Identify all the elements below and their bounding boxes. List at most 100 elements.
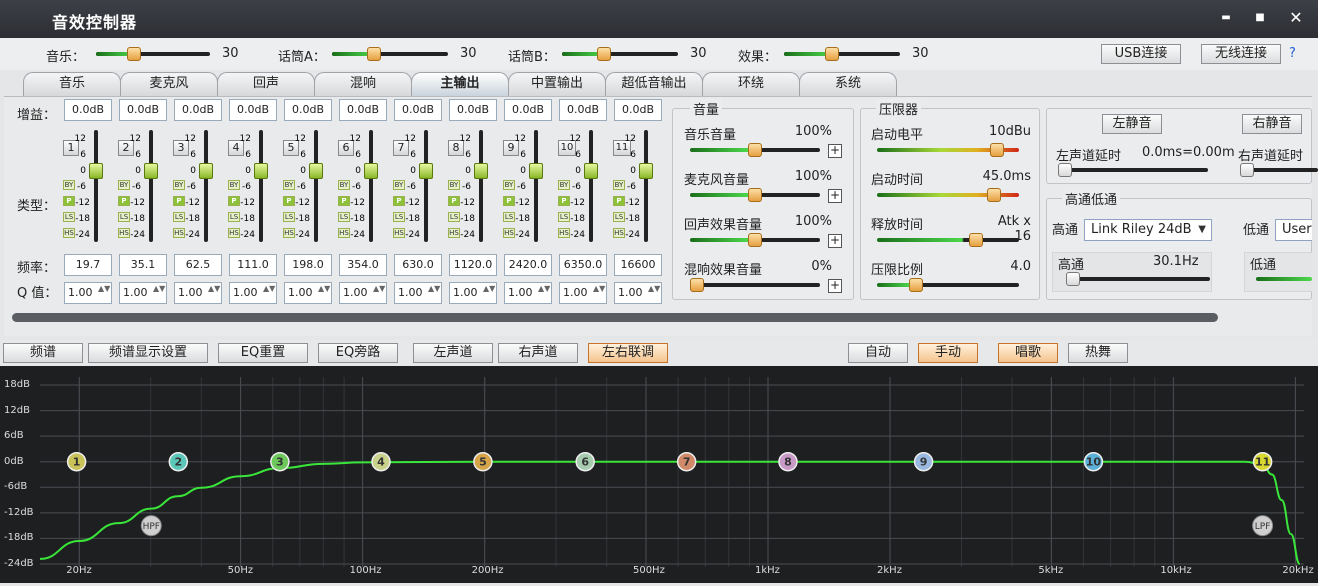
maximize-icon[interactable]: ■: [1248, 8, 1272, 28]
eq-band-marker[interactable]: 3: [270, 451, 290, 472]
close-icon[interactable]: ✕: [1284, 8, 1308, 28]
right-delay-slider[interactable]: [1240, 163, 1318, 177]
release-slider[interactable]: [877, 233, 1019, 247]
usb-connect-button[interactable]: USB连接: [1101, 44, 1181, 64]
spectrum-settings-button[interactable]: 频谱显示设置: [88, 343, 208, 363]
left-channel-button[interactable]: 左声道: [413, 343, 493, 363]
spinner-icon[interactable]: ▲▼: [538, 285, 550, 301]
slider-thumb[interactable]: [1066, 272, 1080, 286]
gain-input[interactable]: 0.0dB: [394, 99, 442, 121]
filter-type-badge[interactable]: P: [228, 196, 240, 206]
gain-fader-track[interactable]: [589, 130, 593, 242]
filter-type-badge[interactable]: BY: [338, 180, 350, 190]
slider-thumb[interactable]: [825, 47, 839, 61]
gain-fader-track[interactable]: [479, 130, 483, 242]
mic-slider[interactable]: [690, 188, 820, 202]
filter-type-badge[interactable]: BY: [558, 180, 570, 190]
filter-type-badge[interactable]: LS: [338, 212, 350, 222]
filter-type-badge[interactable]: BY: [228, 180, 240, 190]
slider-thumb[interactable]: [367, 47, 381, 61]
gain-fader-thumb[interactable]: [89, 163, 103, 179]
mic-b-level-slider[interactable]: [562, 47, 678, 61]
right-channel-button[interactable]: 右声道: [498, 343, 578, 363]
gain-fader-thumb[interactable]: [474, 163, 488, 179]
gain-fader-track[interactable]: [314, 130, 318, 242]
tab-4[interactable]: 主输出: [411, 72, 509, 96]
gain-fader-track[interactable]: [534, 130, 538, 242]
eq-band-marker[interactable]: 11: [1252, 451, 1273, 472]
filter-type-badge[interactable]: HS: [118, 228, 130, 238]
spinner-icon[interactable]: ▲▼: [373, 285, 385, 301]
lowpass-freq-slider[interactable]: [1256, 273, 1312, 285]
filter-type-badge[interactable]: HS: [283, 228, 295, 238]
filter-type-badge[interactable]: P: [393, 196, 405, 206]
spinner-icon[interactable]: ▲▼: [648, 285, 660, 301]
eq-band-marker[interactable]: 4: [371, 451, 391, 472]
filter-type-badge[interactable]: BY: [173, 180, 185, 190]
tab-3[interactable]: 混响: [314, 72, 412, 96]
wireless-connect-button[interactable]: 无线连接: [1201, 44, 1281, 64]
gain-input[interactable]: 0.0dB: [284, 99, 332, 121]
gain-fader-thumb[interactable]: [309, 163, 323, 179]
help-icon[interactable]: ?: [1289, 46, 1296, 61]
eq-band-marker[interactable]: 10: [1083, 451, 1104, 472]
mic-a-level-slider[interactable]: [332, 47, 448, 61]
spinner-icon[interactable]: ▲▼: [428, 285, 440, 301]
gain-fader-track[interactable]: [204, 130, 208, 242]
frequency-input[interactable]: 111.0: [229, 254, 277, 276]
q-input[interactable]: 1.00 ▲▼: [119, 282, 167, 304]
plus-icon[interactable]: +: [828, 144, 842, 158]
filter-type-badge[interactable]: LS: [118, 212, 130, 222]
tab-2[interactable]: 回声: [217, 72, 315, 96]
filter-type-badge[interactable]: LS: [173, 212, 185, 222]
slider-thumb[interactable]: [748, 143, 762, 157]
spinner-icon[interactable]: ▲▼: [153, 285, 165, 301]
music-level-slider[interactable]: [96, 47, 210, 61]
filter-type-badge[interactable]: P: [448, 196, 460, 206]
q-input[interactable]: 1.00 ▲▼: [504, 282, 552, 304]
spinner-icon[interactable]: ▲▼: [593, 285, 605, 301]
filter-type-badge[interactable]: HS: [613, 228, 625, 238]
attack-slider[interactable]: [877, 188, 1019, 202]
gain-input[interactable]: 0.0dB: [64, 99, 112, 121]
filter-type-badge[interactable]: LS: [63, 212, 75, 222]
gain-fader-thumb[interactable]: [144, 163, 158, 179]
echo-slider[interactable]: [690, 233, 820, 247]
gain-input[interactable]: 0.0dB: [449, 99, 497, 121]
filter-type-badge[interactable]: LS: [228, 212, 240, 222]
frequency-input[interactable]: 19.7: [64, 254, 112, 276]
gain-input[interactable]: 0.0dB: [504, 99, 552, 121]
tab-5[interactable]: 中置输出: [508, 72, 606, 96]
spinner-icon[interactable]: ▲▼: [318, 285, 330, 301]
dance-preset-button[interactable]: 热舞: [1068, 343, 1128, 363]
plus-icon[interactable]: +: [828, 279, 842, 293]
gain-input[interactable]: 0.0dB: [614, 99, 662, 121]
q-input[interactable]: 1.00 ▲▼: [449, 282, 497, 304]
filter-type-badge[interactable]: P: [558, 196, 570, 206]
filter-type-badge[interactable]: LS: [283, 212, 295, 222]
filter-type-badge[interactable]: HS: [338, 228, 350, 238]
filter-type-badge[interactable]: P: [338, 196, 350, 206]
left-mute-button[interactable]: 左静音: [1102, 114, 1162, 134]
filter-type-badge[interactable]: P: [283, 196, 295, 206]
gain-fader-thumb[interactable]: [199, 163, 213, 179]
right-mute-button[interactable]: 右静音: [1242, 114, 1302, 134]
filter-type-badge[interactable]: LS: [503, 212, 515, 222]
ratio-slider[interactable]: [877, 278, 1019, 292]
slider-thumb[interactable]: [127, 47, 141, 61]
slider-thumb[interactable]: [597, 47, 611, 61]
tab-6[interactable]: 超低音输出: [605, 72, 703, 96]
eq-band-marker[interactable]: 5: [473, 451, 493, 472]
plus-icon[interactable]: +: [828, 189, 842, 203]
slider-thumb[interactable]: [748, 188, 762, 202]
tab-1[interactable]: 麦克风: [120, 72, 218, 96]
slider-thumb[interactable]: [969, 233, 984, 247]
tab-0[interactable]: 音乐: [23, 72, 121, 96]
slider-thumb[interactable]: [690, 278, 704, 292]
filter-type-badge[interactable]: HS: [173, 228, 185, 238]
q-input[interactable]: 1.00 ▲▼: [229, 282, 277, 304]
gain-input[interactable]: 0.0dB: [559, 99, 607, 121]
slider-thumb[interactable]: [1240, 163, 1254, 177]
slider-thumb[interactable]: [748, 233, 762, 247]
filter-type-badge[interactable]: LS: [393, 212, 405, 222]
